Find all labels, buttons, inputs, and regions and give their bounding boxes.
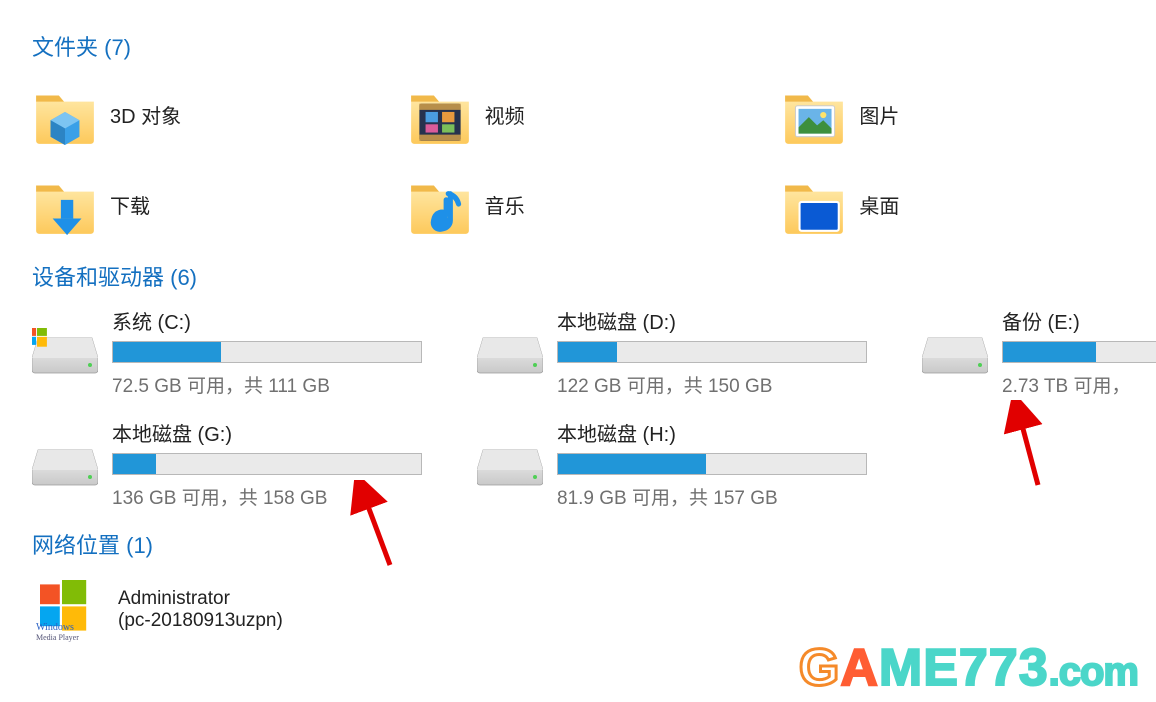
drive-item-h[interactable]: 本地磁盘 (H:) 81.9 GB 可用，共 157 GB (477, 418, 922, 510)
folder-icon (781, 171, 847, 237)
drive-free-text: 2.73 TB 可用， (1002, 371, 1156, 398)
folder-icon (407, 81, 473, 147)
drive-icon (477, 440, 543, 488)
drive-usage-bar (1002, 341, 1156, 363)
folder-item-videos[interactable]: 视频 (407, 76, 782, 152)
drive-name: 本地磁盘 (G:) (112, 418, 422, 447)
folders-section-header: 文件夹 (7) (32, 30, 1156, 62)
watermark: GAME773.com (799, 638, 1138, 698)
folder-item-pictures[interactable]: 图片 (781, 76, 1156, 152)
drive-free-text: 136 GB 可用，共 158 GB (112, 483, 422, 510)
drive-usage-bar (112, 341, 422, 363)
svg-text:Windows: Windows (36, 622, 74, 633)
network-user-name: Administrator (118, 588, 283, 610)
folder-label: 下载 (110, 190, 150, 219)
network-location-item[interactable]: Windows Media Player Administrator (pc-2… (32, 574, 1156, 646)
folder-label: 桌面 (859, 190, 899, 219)
folder-item-desktop[interactable]: 桌面 (781, 166, 1156, 242)
folder-icon (32, 81, 98, 147)
drive-free-text: 72.5 GB 可用，共 111 GB (112, 371, 422, 398)
network-section-header: 网络位置 (1) (32, 528, 1156, 560)
drive-free-text: 122 GB 可用，共 150 GB (557, 371, 867, 398)
drive-item-g[interactable]: 本地磁盘 (G:) 136 GB 可用，共 158 GB (32, 418, 477, 510)
drive-usage-bar (557, 341, 867, 363)
drive-icon (32, 328, 98, 376)
drive-icon (922, 328, 988, 376)
folder-label: 音乐 (485, 190, 525, 219)
wmp-icon: Windows Media Player (32, 574, 104, 646)
drive-name: 本地磁盘 (D:) (557, 306, 867, 335)
folder-item-music[interactable]: 音乐 (407, 166, 782, 242)
folder-label: 视频 (485, 100, 525, 129)
folder-icon (781, 81, 847, 147)
folder-item-downloads[interactable]: 下载 (32, 166, 407, 242)
drive-item-c[interactable]: 系统 (C:) 72.5 GB 可用，共 111 GB (32, 306, 477, 398)
folder-item-3d-objects[interactable]: 3D 对象 (32, 76, 407, 152)
folder-icon (407, 171, 473, 237)
drive-item-e[interactable]: 备份 (E:) 2.73 TB 可用， (922, 306, 1156, 398)
drive-usage-bar (112, 453, 422, 475)
svg-text:Media Player: Media Player (36, 633, 79, 642)
drive-name: 系统 (C:) (112, 306, 422, 335)
drive-free-text: 81.9 GB 可用，共 157 GB (557, 483, 867, 510)
drive-name: 本地磁盘 (H:) (557, 418, 867, 447)
drive-icon (477, 328, 543, 376)
drive-icon (32, 440, 98, 488)
folder-label: 3D 对象 (110, 100, 181, 129)
drive-usage-bar (557, 453, 867, 475)
devices-section-header: 设备和驱动器 (6) (32, 260, 1156, 292)
drive-item-d[interactable]: 本地磁盘 (D:) 122 GB 可用，共 150 GB (477, 306, 922, 398)
drive-name: 备份 (E:) (1002, 306, 1156, 335)
folder-icon (32, 171, 98, 237)
network-host-name: (pc-20180913uzpn) (118, 610, 283, 632)
folder-label: 图片 (859, 100, 899, 129)
